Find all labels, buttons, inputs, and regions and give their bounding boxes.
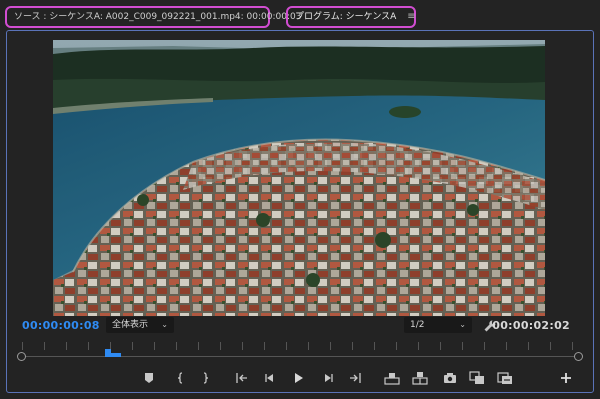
tab-program-label: プログラム: シーケンスA [295, 12, 397, 22]
chevron-down-icon: ⌄ [459, 320, 466, 329]
tab-source-monitor[interactable]: ソース : シーケンスA: A002_C009_092221_001.mp4: … [5, 6, 301, 28]
hamburger-menu-icon[interactable]: ≡ [407, 8, 415, 26]
compare-view-icon[interactable] [469, 370, 485, 386]
add-marker-icon[interactable] [141, 370, 157, 386]
lift-icon[interactable] [384, 370, 400, 386]
playback-resolution-select[interactable]: 1/2 ⌄ [404, 317, 472, 333]
zoom-fit-select[interactable]: 全体表示 ⌄ [106, 317, 174, 333]
tab-program-monitor[interactable]: プログラム: シーケンスA ≡ [286, 6, 416, 28]
out-point-handle[interactable] [574, 352, 583, 361]
zoom-fit-value: 全体表示 [112, 320, 149, 330]
chevron-down-icon: ⌄ [161, 320, 168, 329]
proxy-toggle-icon[interactable] [497, 370, 513, 386]
button-editor-icon[interactable] [558, 370, 574, 386]
mark-in-icon[interactable] [172, 370, 188, 386]
playback-resolution-value: 1/2 [410, 320, 425, 330]
video-preview [53, 40, 545, 316]
go-to-out-icon[interactable] [347, 370, 363, 386]
mark-out-icon[interactable] [198, 370, 214, 386]
extract-icon[interactable] [412, 370, 428, 386]
go-to-in-icon[interactable] [234, 370, 250, 386]
current-timecode[interactable]: 00:00:00:08 [22, 319, 100, 332]
in-point-handle[interactable] [17, 352, 26, 361]
playhead-handle[interactable] [105, 342, 121, 357]
export-frame-icon[interactable] [442, 370, 458, 386]
program-monitor-panel: ソース : シーケンスA: A002_C009_092221_001.mp4: … [0, 0, 600, 399]
tab-source-label: ソース : シーケンスA: A002_C009_092221_001.mp4: … [14, 12, 302, 22]
play-icon[interactable] [290, 370, 306, 386]
step-forward-icon[interactable] [320, 370, 336, 386]
transport-controls [0, 368, 600, 388]
duration-timecode: 00:00:02:02 [492, 319, 570, 332]
step-back-icon[interactable] [262, 370, 278, 386]
timeline-ruler[interactable] [17, 340, 583, 361]
